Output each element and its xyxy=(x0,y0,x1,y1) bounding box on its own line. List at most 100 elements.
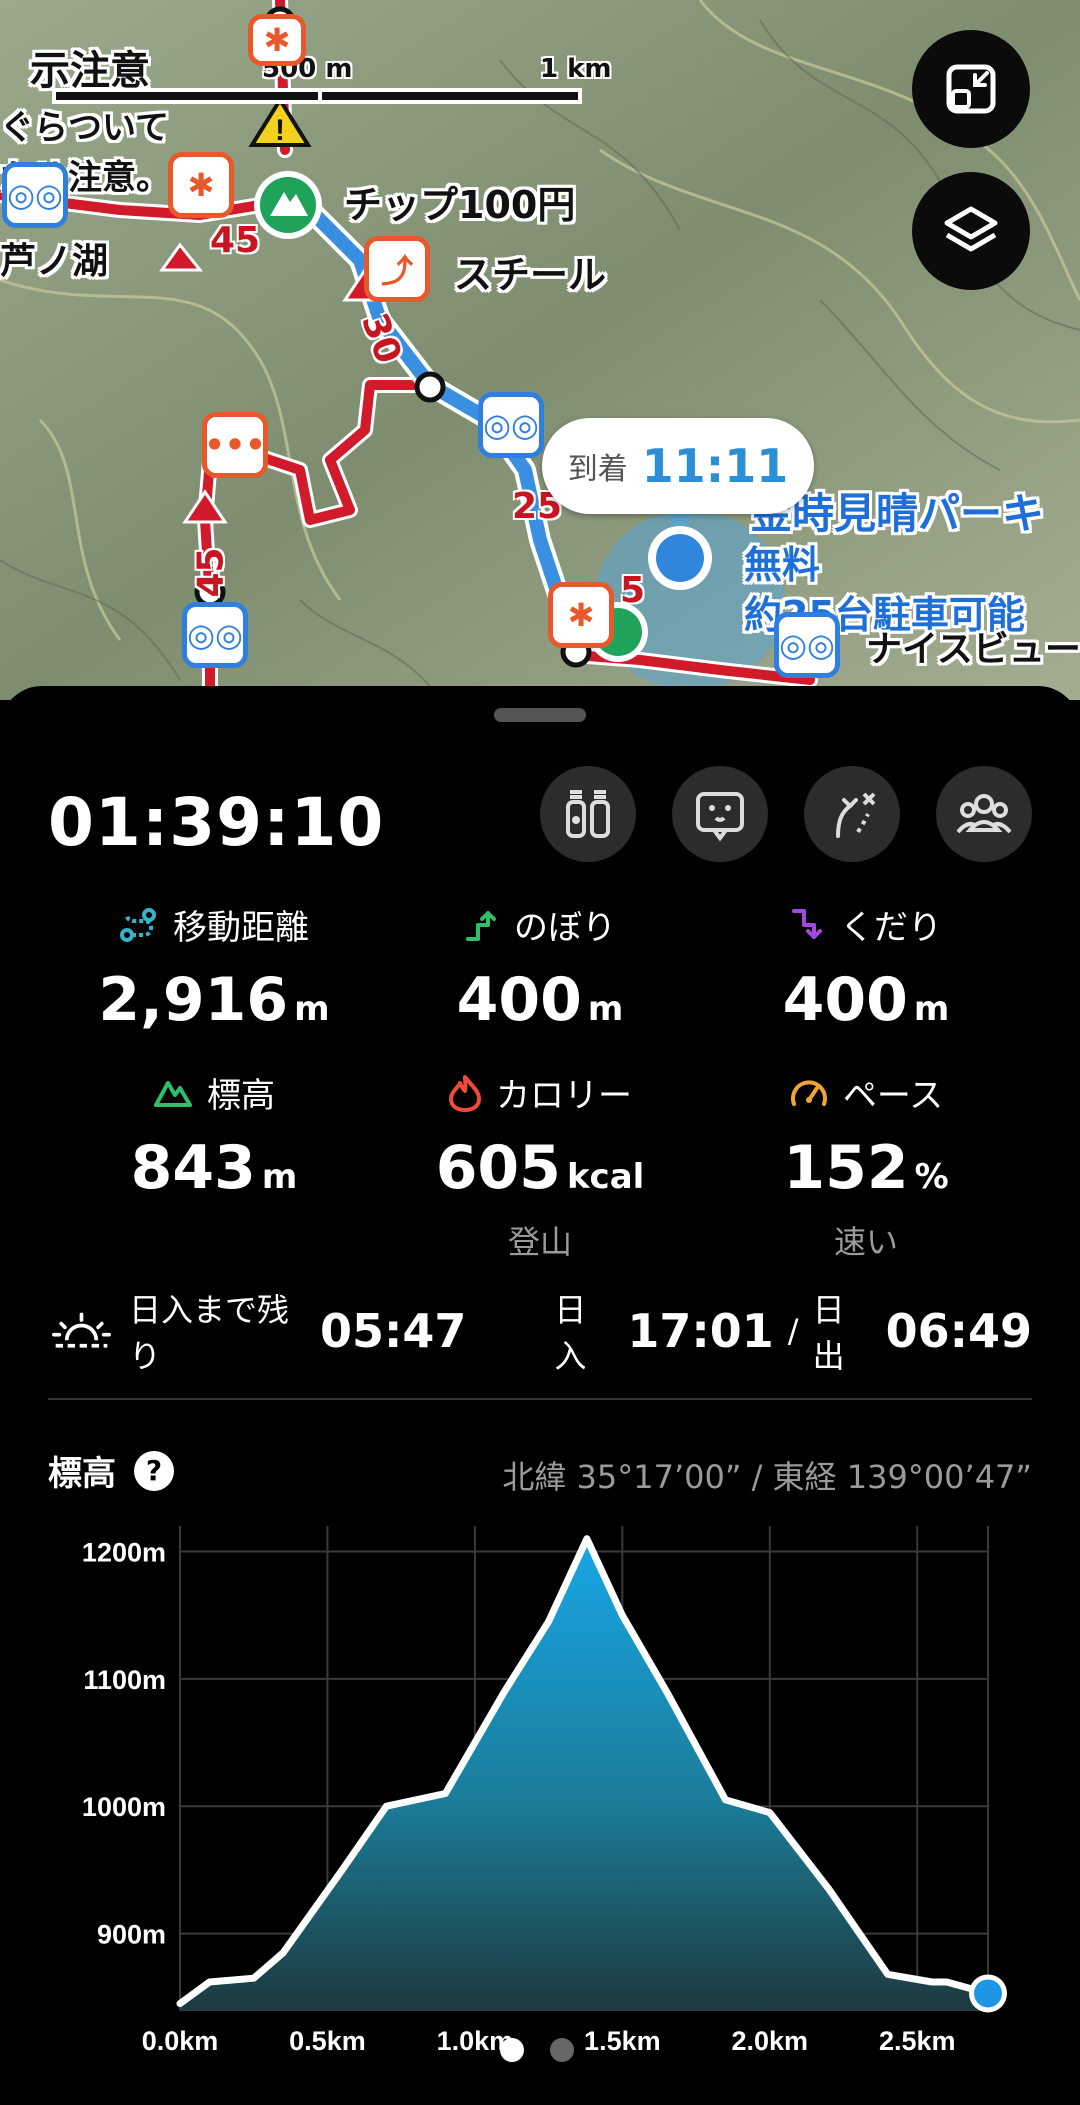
layers-button[interactable] xyxy=(912,172,1030,290)
stat-altitude-label: 標高 xyxy=(207,1076,275,1116)
stat-pace: ペース 152% 速い xyxy=(686,1068,1046,1263)
sunset-icon xyxy=(52,1312,111,1348)
descent-icon xyxy=(792,908,822,939)
sunrise-label: 日出 xyxy=(812,1291,845,1375)
group-icon xyxy=(956,794,1012,834)
divider xyxy=(48,1398,1032,1400)
route-time-label: 5 xyxy=(620,570,646,611)
elevation-header: 標高 ? xyxy=(48,1446,174,1495)
hiker-poi-icon[interactable]: ✱ xyxy=(548,582,614,648)
stat-distance-label: 移動距離 xyxy=(173,908,309,948)
distance-icon xyxy=(120,907,156,942)
viewpoint-poi-icon[interactable]: ◎◎ xyxy=(478,392,544,458)
stat-pace-label: ペース xyxy=(842,1076,944,1116)
coordinates: 北緯 35°17’00” / 東経 139°00’47” xyxy=(502,1458,1032,1496)
stat-distance-value: 2,916 xyxy=(98,965,289,1035)
arrival-label: 到着 xyxy=(567,452,628,487)
sunset-row: 日入まで残り 05:47 日入 17:01 / 日出 06:49 xyxy=(52,1291,1032,1375)
map-label-nice-view: ナイスビュー xyxy=(866,629,1080,670)
ascent-icon xyxy=(466,910,496,941)
sun-separator: / xyxy=(787,1312,799,1350)
gear-bottles-icon xyxy=(566,790,610,838)
layers-icon xyxy=(944,206,998,252)
y-tick-label: 900m xyxy=(97,1920,166,1950)
stat-pace-sub: 速い xyxy=(833,1223,898,1261)
y-tick-label: 1000m xyxy=(82,1792,166,1822)
current-position-dot xyxy=(974,1979,1002,2008)
map-label-lake: 芦ノ湖 xyxy=(0,241,109,282)
stat-altitude-unit: m xyxy=(261,1157,298,1197)
elevation-chart[interactable]: 900m1000m1100m1200m 0.0km 0.5km 1.0km 1.5km… xyxy=(0,1506,1080,2066)
elapsed-time: 01:39:10 xyxy=(48,784,385,861)
sunset-value: 17:01 xyxy=(627,1304,774,1358)
x-tick-label: 0.5km xyxy=(289,2026,366,2056)
sunset-remaining-value: 05:47 xyxy=(319,1304,467,1358)
stat-descent: くだり 400 m xyxy=(686,900,1046,1035)
stat-ascent-value: 400 xyxy=(456,965,582,1035)
stat-ascent: のぼり 400 m xyxy=(360,900,720,1035)
sunset-label: 日入 xyxy=(554,1291,587,1375)
route-time-label: 45 xyxy=(210,220,261,261)
scale-label-1km: 1 km xyxy=(540,54,612,84)
mountain-icon xyxy=(154,1080,192,1107)
y-tick-label: 1100m xyxy=(83,1665,166,1695)
arrival-time-bubble: 到着 11:11 xyxy=(542,418,814,514)
drag-handle[interactable] xyxy=(494,708,586,722)
stat-ascent-unit: m xyxy=(587,989,624,1029)
sunset-remaining-label: 日入まで残り xyxy=(128,1291,289,1375)
arrival-time: 11:11 xyxy=(641,439,789,493)
x-tick-label: 2.5km xyxy=(879,2026,956,2056)
x-tick-label: 0.0km xyxy=(142,2026,219,2056)
stat-descent-value: 400 xyxy=(782,965,908,1035)
dog-button[interactable] xyxy=(672,766,768,862)
help-icon[interactable]: ? xyxy=(134,1450,174,1491)
stat-calories-unit: kcal xyxy=(566,1157,645,1197)
collapse-icon xyxy=(946,64,996,114)
map-label-notice-2: ぐらついて xyxy=(0,108,169,148)
stat-descent-label: くだり xyxy=(840,908,942,948)
map-label-notice: 示注意 xyxy=(30,48,150,94)
map-label-tip: チップ100円 xyxy=(344,183,576,227)
pager-dot[interactable] xyxy=(550,2038,574,2062)
stat-calories-value: 605 xyxy=(435,1133,561,1203)
viewpoint-poi-icon[interactable]: ◎◎ xyxy=(182,602,248,668)
dog-face-icon xyxy=(696,792,744,842)
stat-calories-sub: 登山 xyxy=(507,1223,572,1261)
hiker-poi-icon[interactable]: ✱ xyxy=(248,14,306,66)
speedometer-icon xyxy=(790,1080,827,1106)
map-label-steel: スチール xyxy=(454,253,607,297)
stat-descent-unit: m xyxy=(913,989,950,1029)
map-label-parking-fee: 無料 xyxy=(744,543,821,587)
stat-calories: カロリー 605 kcal 登山 xyxy=(360,1068,720,1263)
sunrise-value: 06:49 xyxy=(885,1304,1032,1358)
info-poi-icon[interactable]: ••• xyxy=(202,412,268,478)
y-tick-label: 1200m xyxy=(82,1537,166,1567)
x-tick-label: 1.5km xyxy=(584,2026,661,2056)
stat-altitude-value: 843 xyxy=(130,1133,256,1203)
route-branch-icon xyxy=(836,792,876,838)
x-tick-label: 2.0km xyxy=(731,2026,808,2056)
route-time-label: 45 xyxy=(190,547,232,598)
stat-distance-unit: m xyxy=(294,989,330,1029)
group-button[interactable] xyxy=(936,766,1032,862)
pager-dots xyxy=(500,2038,574,2062)
stat-altitude: 標高 843 m xyxy=(34,1068,394,1203)
elevation-title: 標高 xyxy=(48,1454,116,1494)
activity-panel: 01:39:10 移動距離 2,916 m のぼり 400 m くだり 400 … xyxy=(0,686,1080,2105)
hiker-poi-icon[interactable]: ✱ xyxy=(168,152,234,218)
stat-distance: 移動距離 2,916 m xyxy=(34,900,394,1035)
stat-calories-label: カロリー xyxy=(496,1076,632,1116)
stat-pace-value: 152 xyxy=(783,1133,909,1203)
viewpoint-poi-icon[interactable]: ◎◎ xyxy=(774,612,840,678)
viewpoint-poi-icon[interactable]: ◎◎ xyxy=(2,162,68,228)
stat-ascent-label: のぼり xyxy=(514,908,616,948)
route-edit-button[interactable] xyxy=(804,766,900,862)
trail-junction-poi-icon[interactable]: ⤴ xyxy=(364,236,430,302)
pager-dot-active[interactable] xyxy=(500,2038,524,2062)
flame-icon xyxy=(449,1074,481,1112)
map-view[interactable]: ! 500 m 1 km 示注意 ぐらついて ため注意。 芦ノ湖 チップ100円… xyxy=(0,0,1080,700)
svg-text:!: ! xyxy=(275,114,285,147)
collapse-map-button[interactable] xyxy=(912,30,1030,148)
stat-pace-unit: % xyxy=(914,1157,949,1197)
gear-list-button[interactable] xyxy=(540,766,636,862)
